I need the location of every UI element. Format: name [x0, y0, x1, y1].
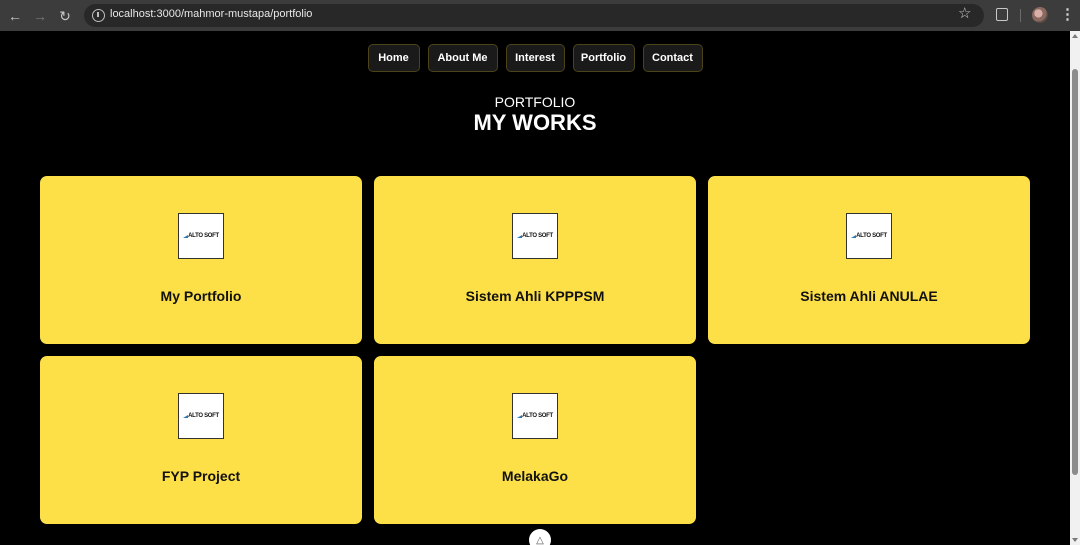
project-logo: ALTO SOFT: [846, 213, 892, 259]
section-label: PORTFOLIO: [494, 94, 576, 110]
arrow-left-icon: ←: [8, 8, 22, 24]
nav-link-home[interactable]: Home: [367, 44, 420, 72]
avatar[interactable]: [1032, 7, 1048, 23]
logo-text: ALTO SOFT: [188, 233, 219, 239]
forward-button[interactable]: →: [28, 4, 52, 28]
toolbar-divider: [1020, 9, 1021, 22]
star-icon[interactable]: ☆: [958, 4, 971, 22]
scroll-up-icon[interactable]: [1072, 34, 1078, 38]
address-bar[interactable]: localhost:3000/mahmor-mustapa/portfolio: [84, 4, 984, 27]
portfolio-card[interactable]: ALTO SOFT Sistem Ahli KPPPSM: [374, 176, 696, 344]
scrollbar[interactable]: [1070, 31, 1080, 545]
scrollbar-thumb[interactable]: [1072, 69, 1078, 475]
logo-text: ALTO SOFT: [188, 413, 219, 419]
page-viewport: Home About Me Interest Portfolio Contact…: [0, 31, 1070, 545]
arrow-right-icon: →: [33, 8, 47, 24]
card-title: FYP Project: [161, 468, 241, 484]
logo-text: ALTO SOFT: [522, 233, 553, 239]
scroll-down-icon[interactable]: [1072, 538, 1078, 542]
reload-icon: ↻: [59, 7, 71, 24]
portfolio-card[interactable]: ALTO SOFT My Portfolio: [40, 176, 362, 344]
reload-button[interactable]: ↻: [53, 4, 77, 28]
kebab-menu-icon[interactable]: ⋮: [1060, 5, 1075, 23]
project-logo: ALTO SOFT: [178, 393, 224, 439]
logo-text: ALTO SOFT: [856, 233, 887, 239]
project-logo: ALTO SOFT: [178, 213, 224, 259]
nuxt-devtools-icon[interactable]: △: [529, 529, 551, 545]
project-logo: ALTO SOFT: [512, 213, 558, 259]
portfolio-card[interactable]: ALTO SOFT FYP Project: [40, 356, 362, 524]
browser-toolbar: ← → ↻ localhost:3000/mahmor-mustapa/port…: [0, 0, 1080, 31]
site-info-icon[interactable]: [92, 9, 105, 22]
back-button[interactable]: ←: [3, 4, 27, 28]
page-title: MY WORKS: [473, 110, 597, 135]
card-title: My Portfolio: [160, 288, 242, 304]
card-title: Sistem Ahli ANULAE: [800, 288, 938, 304]
logo-text: ALTO SOFT: [522, 413, 553, 419]
portfolio-card[interactable]: ALTO SOFT MelakaGo: [374, 356, 696, 524]
portfolio-card[interactable]: ALTO SOFT Sistem Ahli ANULAE: [708, 176, 1030, 344]
nav-link-portfolio[interactable]: Portfolio: [572, 44, 635, 72]
card-title: Sistem Ahli KPPPSM: [465, 288, 605, 304]
nav-link-contact[interactable]: Contact: [642, 44, 703, 72]
puzzle-icon[interactable]: [996, 8, 1008, 21]
nav-link-about[interactable]: About Me: [427, 44, 498, 72]
main-nav: Home About Me Interest Portfolio Contact: [0, 44, 1070, 72]
project-logo: ALTO SOFT: [512, 393, 558, 439]
card-title: MelakaGo: [501, 468, 569, 484]
url-text[interactable]: localhost:3000/mahmor-mustapa/portfolio: [110, 8, 312, 20]
nav-link-interest[interactable]: Interest: [505, 44, 565, 72]
